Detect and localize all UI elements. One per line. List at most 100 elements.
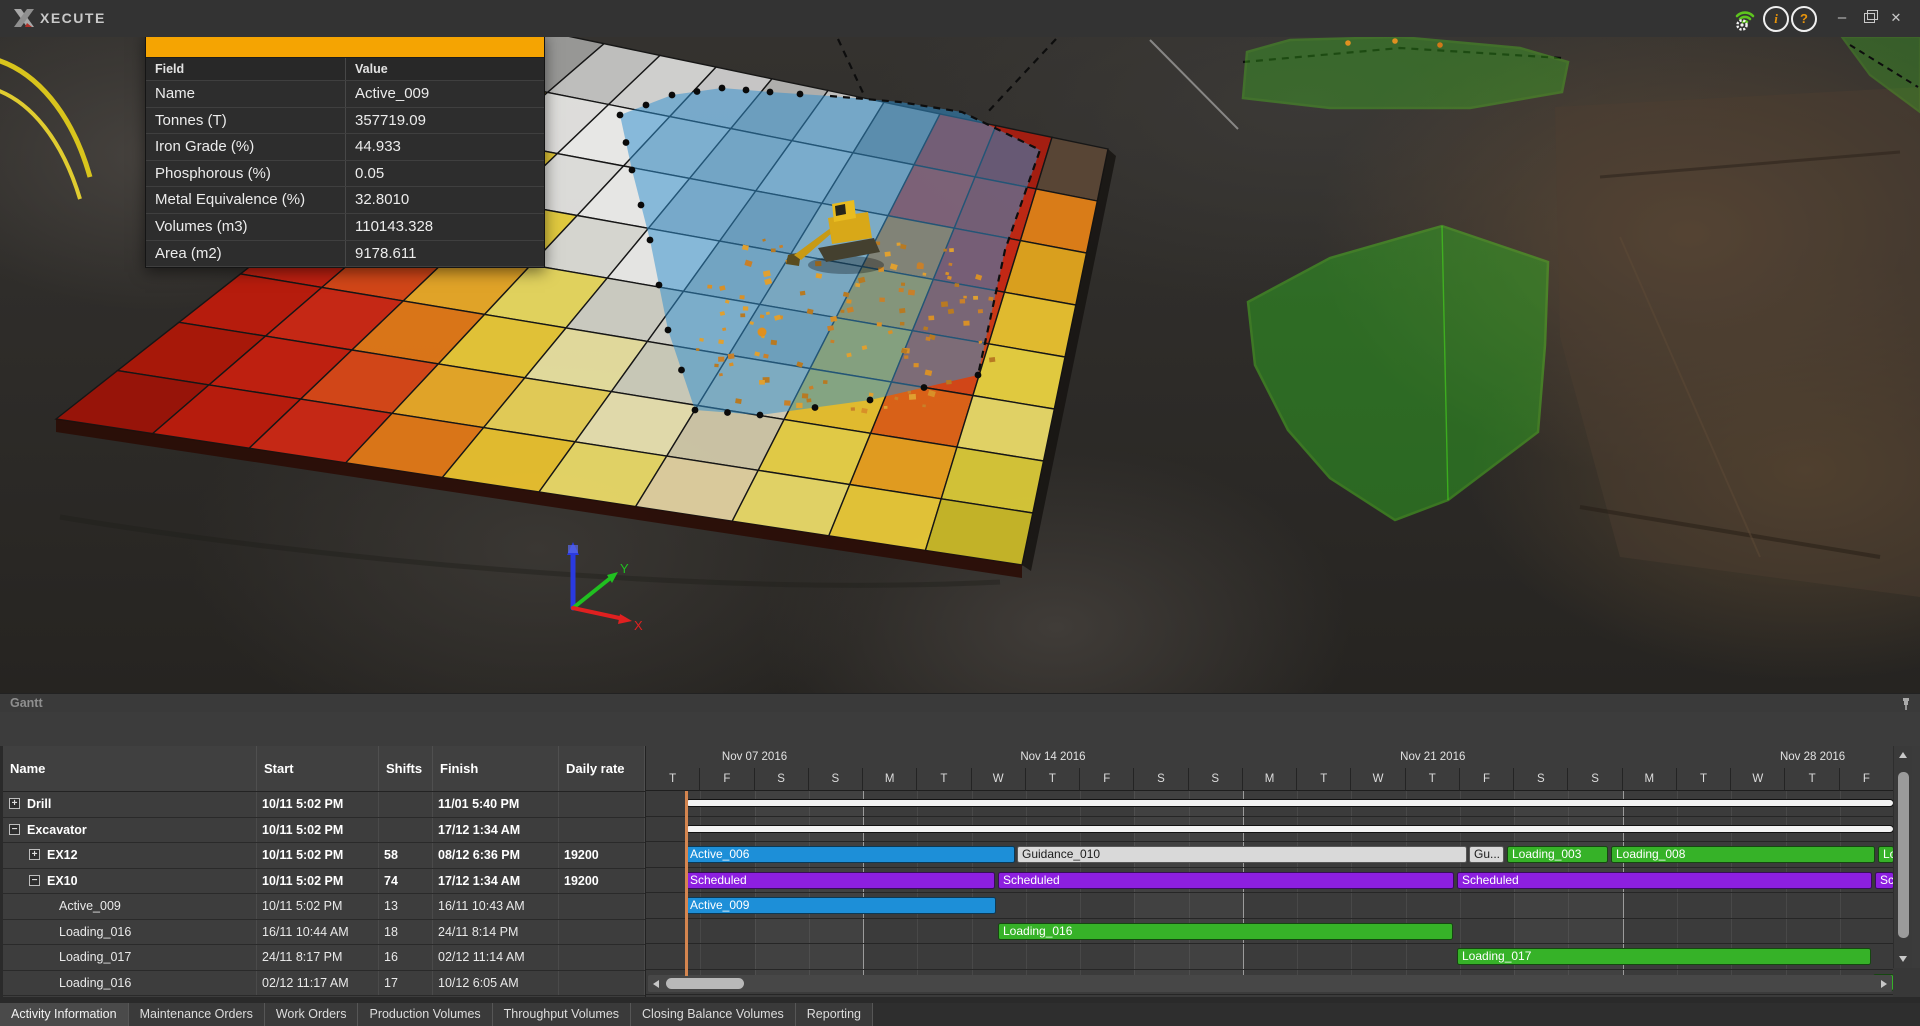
collapse-icon[interactable]: − [29,875,40,886]
dig-vertex-dot[interactable] [975,372,982,379]
dig-vertex-dot[interactable] [656,282,663,289]
plan-polygon-top[interactable] [1243,37,1568,108]
vertical-scroll-thumb[interactable] [1898,772,1909,938]
close-button[interactable]: ✕ [1886,9,1906,27]
dig-vertex-dot[interactable] [617,112,624,119]
plan-polygon-right[interactable] [1248,226,1548,520]
gantt-bar[interactable]: Guidance_010 [1017,846,1467,863]
gantt-bar[interactable]: Active_009 [685,897,996,914]
dig-vertex-dot[interactable] [623,139,630,146]
gantt-panel-titlebar: Gantt [0,693,1920,713]
cell-daily-rate [559,894,645,919]
dig-vertex-dot[interactable] [647,237,654,244]
table-row[interactable]: Loading_01616/11 10:44 AM1824/11 8:14 PM [3,920,645,946]
tab-activity-information[interactable]: Activity Information [0,1003,129,1026]
table-row[interactable]: Loading_01602/12 11:17 AM1710/12 6:05 AM [3,971,645,997]
scroll-right-icon[interactable] [1881,980,1887,988]
col-header-name[interactable]: Name [3,746,257,791]
cell-finish: 17/12 1:34 AM [433,869,559,894]
gantt-bar[interactable]: Loading_016 [998,923,1453,940]
dig-vertex-dot[interactable] [743,87,750,94]
scroll-left-icon[interactable] [653,980,659,988]
help-icon[interactable]: ? [1791,6,1817,32]
dig-vertex-dot[interactable] [669,92,676,99]
dig-vertex-dot[interactable] [867,397,874,404]
gantt-chart[interactable]: Nov 07 2016TFSSNov 14 2016MTWTFSSNov 21 … [645,746,1894,997]
activity-marker-dot[interactable] [758,328,767,337]
vertical-scrollbar[interactable] [1893,746,1912,968]
table-row[interactable]: −EX1010/11 5:02 PM7417/12 1:34 AM19200 [3,869,645,895]
table-row[interactable]: −Excavator10/11 5:02 PM17/12 1:34 AM [3,818,645,844]
gantt-bar[interactable] [685,825,1894,833]
table-row[interactable]: Loading_01724/11 8:17 PM1602/12 11:14 AM [3,945,645,971]
scroll-up-icon[interactable] [1899,752,1907,758]
expand-icon[interactable]: + [29,849,40,860]
col-header-daily-rate[interactable]: Daily rate [559,746,645,791]
dig-vertex-dot[interactable] [638,202,645,209]
tooltip-field: Iron Grade (%) [146,134,346,160]
tab-throughput-volumes[interactable]: Throughput Volumes [493,1003,631,1026]
tab-work-orders[interactable]: Work Orders [265,1003,359,1026]
gantt-bar[interactable]: Active_006 [685,846,1015,863]
dig-vertex-dot[interactable] [812,404,819,411]
gantt-bar[interactable]: Sc [1875,872,1894,889]
material-cube [796,403,802,408]
cell-start: 16/11 10:44 AM [257,920,379,945]
3d-viewport[interactable]: Y X Field Value NameActive_009Tonnes (T)… [0,37,1920,693]
dig-vertex-dot[interactable] [692,407,699,414]
table-row[interactable]: Active_00910/11 5:02 PM1316/11 10:43 AM [3,894,645,920]
material-cube [978,309,983,313]
restore-icon[interactable] [1864,13,1875,23]
dig-vertex-dot[interactable] [724,409,731,416]
scroll-down-icon[interactable] [1899,956,1907,962]
gantt-bar[interactable]: Scheduled [685,872,995,889]
activity-table: Name Start Shifts Finish Daily rate +Dri… [0,746,645,997]
dig-vertex-dot[interactable] [665,327,672,334]
gantt-bar[interactable]: Scheduled [1457,872,1872,889]
gantt-bar[interactable]: Scheduled [998,872,1454,889]
table-row[interactable]: +EX1210/11 5:02 PM5808/12 6:36 PM19200 [3,843,645,869]
material-cube [963,296,966,299]
col-header-finish[interactable]: Finish [433,746,559,791]
col-header-shifts[interactable]: Shifts [379,746,433,791]
material-cube [855,283,860,287]
cell-start: 02/12 11:17 AM [257,971,379,996]
gantt-bar[interactable]: Loading_008 [1611,846,1875,863]
dig-vertex-dot[interactable] [629,167,636,174]
axis-triad: Y X [567,542,643,633]
info-icon[interactable]: i [1763,6,1789,32]
minimize-button[interactable]: – [1832,9,1852,27]
dig-vertex-dot[interactable] [767,89,774,96]
tab-closing-balance-volumes[interactable]: Closing Balance Volumes [631,1003,796,1026]
horizontal-scroll-thumb[interactable] [666,978,744,989]
dig-vertex-dot[interactable] [643,102,650,109]
tooltip-row: Area (m2)9178.611 [146,241,544,268]
gantt-bar[interactable]: Loading_017 [1457,948,1871,965]
tab-maintenance-orders[interactable]: Maintenance Orders [129,1003,265,1026]
cell-start: 10/11 5:02 PM [257,894,379,919]
dig-vertex-dot[interactable] [921,384,928,391]
cell-name: Loading_017 [3,945,257,970]
gantt-bar[interactable]: Lo [1878,846,1894,863]
timeline-day: S [755,768,809,791]
connection-settings-icon[interactable] [1731,4,1759,32]
col-header-start[interactable]: Start [257,746,379,791]
collapse-icon[interactable]: − [9,824,20,835]
tab-production-volumes[interactable]: Production Volumes [358,1003,492,1026]
dig-vertex-dot[interactable] [719,85,726,92]
cell-start: 10/11 5:02 PM [257,818,379,843]
timeline-week-label: Nov 14 2016 [863,746,1243,768]
dig-vertex-dot[interactable] [757,412,764,419]
dig-vertex-dot[interactable] [797,91,804,98]
gantt-bar[interactable]: Gu... [1469,846,1504,863]
pin-icon[interactable] [1899,697,1913,711]
expand-icon[interactable]: + [9,798,20,809]
dig-vertex-dot[interactable] [678,367,685,374]
tab-reporting[interactable]: Reporting [796,1003,873,1026]
table-row[interactable]: +Drill10/11 5:02 PM11/01 5:40 PM [3,792,645,818]
horizontal-scrollbar[interactable] [648,975,1892,992]
gantt-bar[interactable]: Loading_003 [1507,846,1608,863]
timeline-week: Nov 14 2016 [863,746,1244,769]
gantt-bar[interactable] [685,799,1894,807]
dig-vertex-dot[interactable] [694,88,701,95]
